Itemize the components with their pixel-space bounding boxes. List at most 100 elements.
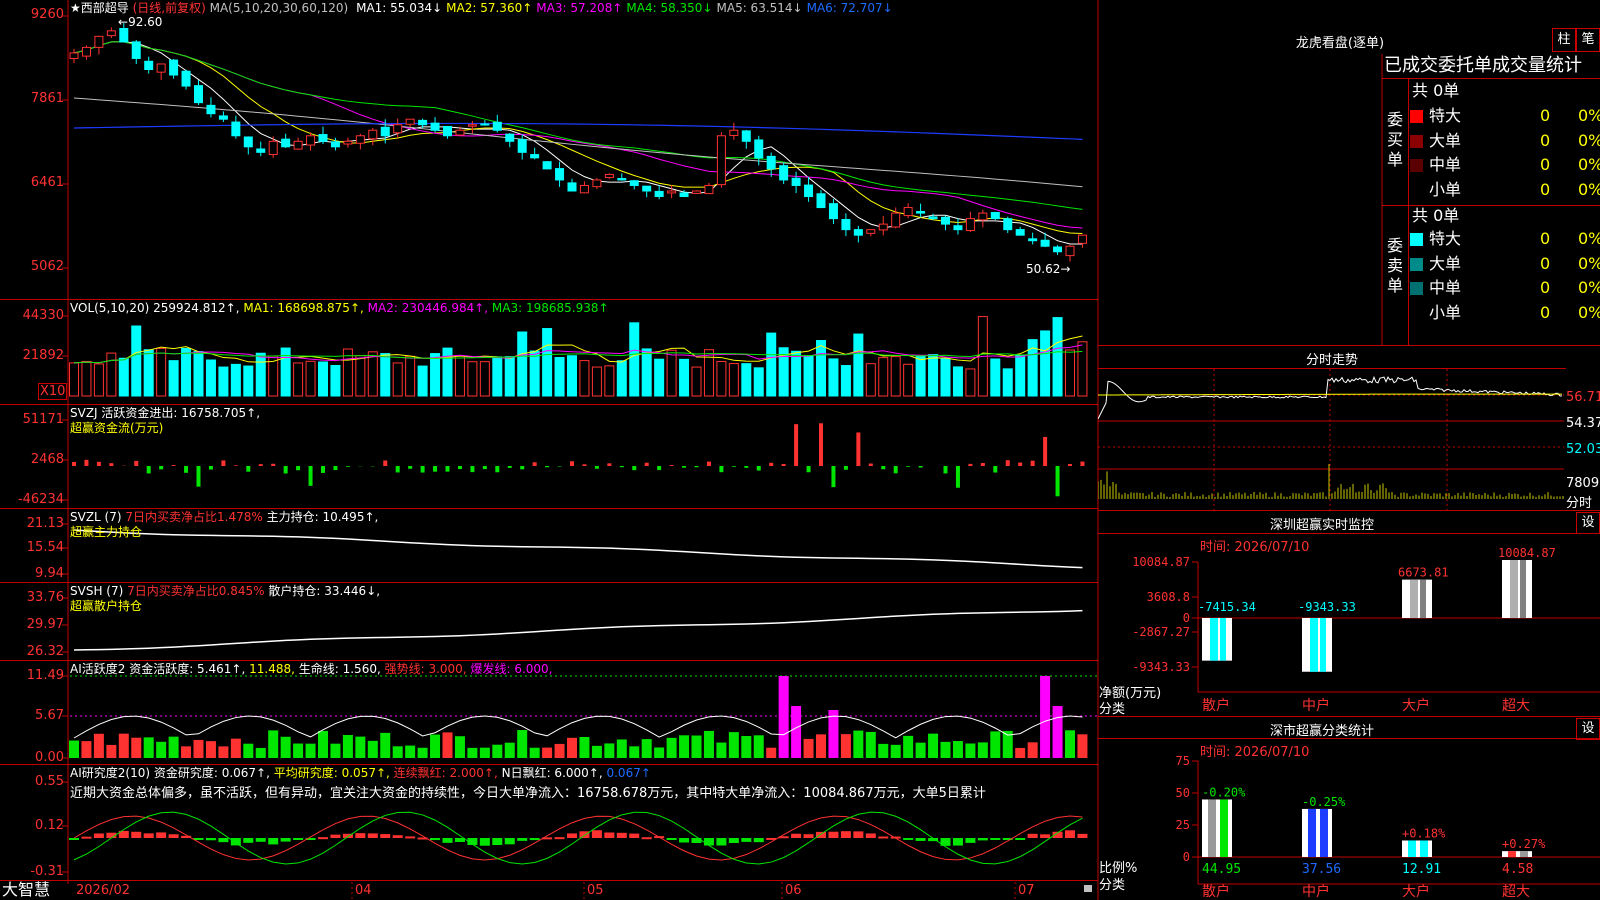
fl-yaxis-label: 50: [1176, 786, 1190, 800]
xaxis-label: 05: [587, 883, 604, 898]
bar-mode-button[interactable]: 柱: [1552, 28, 1576, 52]
sz-category-label: 大户: [1402, 697, 1430, 714]
ma-values: MA1: 55.034↓ MA2: 57.360↑ MA3: 57.208↑ MA4:…: [352, 1, 893, 15]
buy-total: 共 0单: [1412, 81, 1460, 100]
sz-yaxis-label: -2867.27: [1132, 625, 1190, 639]
vol-unit-badge[interactable]: X10: [38, 383, 68, 400]
fl-change-label: +0.18%: [1402, 826, 1446, 840]
color-swatch: [1410, 134, 1423, 148]
price-yaxis-1: 9260: [30, 7, 64, 22]
sz-monitor-title: 深圳超赢实时监控: [1269, 518, 1374, 533]
sz-bar-label: -9343.33: [1298, 600, 1356, 614]
order-row-pct: 0%: [1578, 155, 1600, 174]
order-row-pct: 0%: [1578, 179, 1600, 199]
svsh-yaxis-2: 29.97: [26, 617, 64, 632]
ai1-yaxis-1: 11.49: [26, 668, 64, 683]
ai1-header: AI活跃度2 资金活跃度: 5.461↑, 11.488, 生命线: 1.560…: [70, 662, 553, 676]
order-row-name: 大单: [1410, 254, 1461, 274]
sz-bar[interactable]: [1502, 560, 1532, 618]
svzj-yaxis-1: 51171: [22, 412, 64, 427]
fl-stat-title: 深市超赢分类统计: [1269, 724, 1374, 739]
order-row-pct: 0%: [1578, 253, 1600, 273]
fl-value-label: 37.56: [1302, 862, 1341, 877]
order-row-count: 0: [1540, 278, 1551, 297]
sz-category-label: 散户: [1202, 697, 1230, 714]
lock-icon[interactable]: [1084, 885, 1092, 892]
period-label[interactable]: (日线,前复权): [133, 1, 206, 15]
ma-label: MA(5,10,20,30,60,120): [209, 1, 349, 15]
sz-category-label: 中户: [1302, 697, 1330, 714]
price-yaxis-3: 6461: [30, 175, 64, 190]
intraday-chart[interactable]: [1098, 369, 1564, 510]
svsh-header: SVSH (7) 7日内买卖净占比0.845% 散户持仓: 33.446↓,: [70, 584, 381, 598]
ma-value-2: MA2: 57.360↑: [446, 1, 533, 15]
fl-value-label: 12.91: [1402, 862, 1441, 877]
stock-title[interactable]: ★西部超导: [70, 1, 129, 15]
order-row-name: 中单: [1410, 278, 1461, 298]
order-row-pct: 0%: [1578, 130, 1600, 150]
fl-settings-button[interactable]: 设: [1576, 718, 1600, 740]
ai1-yaxis-3: 0.00: [35, 750, 64, 765]
sz-bar-label: -7415.34: [1198, 600, 1256, 614]
order-stat-title: 已成交委托单成交量统计: [1384, 55, 1582, 76]
xaxis-label: 04: [355, 883, 372, 898]
svsh-sub: 超赢散户持仓: [70, 599, 143, 613]
sz-bar-chart[interactable]: 10084.87 3608.8 0-2867.27 -9343.33 -7415.34 散…: [1098, 534, 1600, 716]
ai2-header: AI研究度2(10) 资金研究度: 0.067↑, 平均研究度: 0.057↑,…: [70, 766, 651, 780]
svzl-yaxis-2: 15.54: [26, 540, 64, 555]
fl-category-label: 中户: [1302, 883, 1330, 900]
fl-bar-chart[interactable]: 75 50 25 0 -0.20% 44.95 散户 -0.25% 37.56 中户 +0.18% 1…: [1098, 739, 1600, 900]
xaxis-label: 07: [1018, 883, 1035, 898]
sz-category-label: 超大: [1502, 698, 1530, 714]
ma-value-5: MA5: 63.514↓: [716, 1, 803, 15]
intraday-vol-max: 7809: [1566, 476, 1600, 491]
xaxis-label: 2026/02: [76, 883, 131, 898]
fl-value-label: 4.58: [1502, 862, 1533, 877]
intraday-yaxis: 52.03: [1566, 442, 1600, 457]
ai2-yaxis-2: 0.12: [35, 818, 64, 833]
fl-change-label: -0.20%: [1202, 785, 1246, 799]
ai2-yaxis-1: 0.55: [35, 774, 64, 789]
sz-settings-button[interactable]: 设: [1576, 512, 1600, 534]
ai1-yaxis-2: 5.67: [35, 708, 64, 723]
buy-order-label: 委买单: [1387, 110, 1404, 169]
color-swatch: [1410, 110, 1423, 123]
fl-value-label: 44.95: [1202, 862, 1241, 877]
svsh-yaxis-1: 33.76: [26, 590, 64, 605]
order-row-name: 小单: [1410, 180, 1461, 200]
fl-category-label: 散户: [1202, 883, 1230, 900]
high-marker: ←92.60: [118, 15, 163, 29]
fl-bar[interactable]: [1502, 851, 1532, 857]
order-row-pct: 0%: [1578, 278, 1600, 297]
sell-total: 共 0单: [1412, 206, 1460, 225]
price-chart-canvas[interactable]: [0, 0, 1098, 900]
ai2-comment: 近期大资金总体偏多，虽不活跃，但有异动，宜关注大资金的持续性，今日大单净流入：1…: [70, 786, 986, 801]
color-swatch: [1410, 183, 1423, 197]
price-yaxis-2: 7861: [30, 91, 64, 106]
fl-bar[interactable]: [1402, 840, 1432, 857]
fl-category-label: 超大: [1502, 884, 1530, 900]
intraday-yaxis: 56.71: [1566, 390, 1600, 405]
divider: [1408, 78, 1409, 346]
svzl-yaxis-3: 9.94: [35, 566, 64, 581]
ma-value-1: MA1: 55.034↓: [356, 1, 443, 15]
fl-bar[interactable]: [1202, 799, 1232, 857]
sz-bar[interactable]: [1302, 618, 1332, 672]
sz-bar[interactable]: [1402, 579, 1432, 618]
svzl-yaxis-1: 21.13: [26, 516, 64, 531]
fl-bar[interactable]: [1302, 808, 1332, 857]
fl-yaxis-label: 75: [1176, 754, 1190, 768]
svzj-yaxis-2: 2468: [30, 452, 64, 467]
ma-value-4: MA4: 58.350↓: [626, 1, 713, 15]
ai2-yaxis-3: -0.31: [30, 864, 64, 879]
color-swatch: [1410, 233, 1423, 246]
fl-change-label: +0.27%: [1502, 837, 1546, 851]
order-row-name: 大单: [1410, 131, 1461, 151]
sz-unit-2: 分类: [1099, 702, 1126, 717]
xaxis-label: 06: [785, 883, 802, 898]
sz-bar[interactable]: [1202, 618, 1232, 661]
order-row-name: 小单: [1410, 303, 1461, 323]
order-row-count: 0: [1540, 155, 1551, 174]
color-swatch: [1410, 306, 1423, 320]
tick-mode-button[interactable]: 笔: [1576, 28, 1600, 52]
